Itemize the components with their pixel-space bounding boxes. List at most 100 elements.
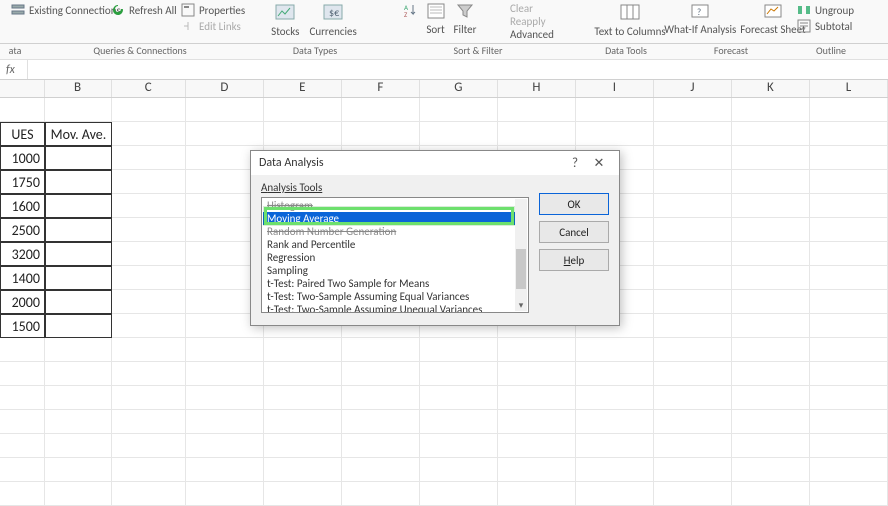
cell[interactable] — [264, 98, 342, 122]
cell[interactable] — [810, 122, 888, 146]
cell[interactable] — [810, 410, 888, 434]
cell[interactable] — [576, 410, 654, 434]
text-to-columns-button[interactable]: Text to Columns — [594, 2, 665, 38]
cell[interactable] — [654, 98, 732, 122]
cell[interactable] — [112, 146, 186, 170]
cell[interactable] — [576, 338, 654, 362]
cell[interactable] — [654, 362, 732, 386]
cell[interactable] — [498, 434, 576, 458]
dialog-help-button[interactable]: ? — [563, 156, 587, 171]
currencies-button[interactable]: $€ Currencies — [309, 2, 356, 38]
column-header[interactable]: E — [264, 80, 342, 97]
list-item[interactable]: Moving Average — [263, 212, 527, 225]
cell[interactable] — [810, 338, 888, 362]
cell[interactable] — [45, 482, 112, 506]
cell[interactable] — [732, 266, 810, 290]
cell[interactable] — [186, 434, 264, 458]
cell[interactable] — [186, 98, 264, 122]
cell[interactable] — [654, 146, 732, 170]
cell[interactable] — [498, 98, 576, 122]
cell[interactable] — [342, 434, 420, 458]
cell[interactable] — [45, 362, 112, 386]
cell[interactable] — [576, 98, 654, 122]
cell[interactable] — [342, 458, 420, 482]
cell[interactable] — [0, 386, 45, 410]
cell[interactable]: 1000 — [0, 146, 45, 170]
cell[interactable] — [810, 386, 888, 410]
cell[interactable] — [342, 98, 420, 122]
clear-button[interactable]: Clear — [510, 2, 533, 15]
cell[interactable] — [264, 386, 342, 410]
cell[interactable] — [112, 242, 186, 266]
cell[interactable] — [342, 482, 420, 506]
ok-button[interactable]: OK — [539, 193, 609, 215]
cell[interactable] — [264, 338, 342, 362]
cell[interactable] — [0, 362, 45, 386]
cell[interactable] — [342, 338, 420, 362]
cell[interactable] — [576, 122, 654, 146]
cell[interactable] — [420, 362, 498, 386]
cell[interactable] — [654, 290, 732, 314]
whatif-button[interactable]: ? What-If Analysis — [664, 2, 736, 36]
list-item[interactable]: Rank and Percentile — [263, 238, 527, 251]
cell[interactable] — [732, 170, 810, 194]
cell[interactable] — [342, 410, 420, 434]
column-header[interactable]: F — [342, 80, 420, 97]
cell[interactable] — [498, 362, 576, 386]
cell[interactable] — [810, 170, 888, 194]
cell[interactable] — [654, 266, 732, 290]
cell[interactable] — [45, 314, 112, 338]
edit-links-button[interactable]: Edit Links — [180, 18, 241, 34]
cell[interactable] — [186, 386, 264, 410]
properties-button[interactable]: Properties — [180, 2, 245, 18]
list-item[interactable]: t-Test: Paired Two Sample for Means — [263, 277, 527, 290]
cell[interactable] — [342, 122, 420, 146]
cell[interactable] — [264, 458, 342, 482]
sort-az-button[interactable]: AZ — [402, 2, 418, 21]
formula-input[interactable] — [28, 60, 888, 79]
cell[interactable] — [186, 458, 264, 482]
cell[interactable] — [654, 122, 732, 146]
cell[interactable] — [45, 146, 112, 170]
subtotal-button[interactable]: Subtotal — [796, 18, 852, 34]
cell[interactable] — [576, 434, 654, 458]
cell[interactable] — [112, 434, 186, 458]
cell[interactable] — [45, 170, 112, 194]
column-header[interactable]: H — [498, 80, 576, 97]
cell[interactable] — [112, 362, 186, 386]
column-header[interactable]: L — [810, 80, 888, 97]
list-item[interactable]: Sampling — [263, 264, 527, 277]
cell[interactable] — [654, 338, 732, 362]
cell[interactable] — [186, 410, 264, 434]
cell[interactable] — [45, 434, 112, 458]
cell[interactable] — [654, 218, 732, 242]
cell[interactable] — [45, 194, 112, 218]
cell[interactable] — [264, 362, 342, 386]
ungroup-button[interactable]: Ungroup — [796, 2, 854, 18]
filter-button[interactable]: Filter — [454, 2, 477, 36]
cell[interactable] — [810, 458, 888, 482]
cell[interactable] — [576, 362, 654, 386]
list-item[interactable]: Regression — [263, 251, 527, 264]
cell[interactable] — [45, 290, 112, 314]
cell[interactable] — [264, 410, 342, 434]
sort-button[interactable]: Sort — [426, 2, 446, 36]
cell[interactable] — [654, 410, 732, 434]
cell[interactable] — [732, 338, 810, 362]
column-header[interactable]: D — [186, 80, 264, 97]
cell[interactable] — [264, 434, 342, 458]
cell[interactable] — [186, 122, 264, 146]
cell[interactable] — [576, 482, 654, 506]
cell[interactable] — [420, 338, 498, 362]
cell[interactable] — [112, 386, 186, 410]
cell[interactable] — [0, 434, 45, 458]
cell[interactable] — [264, 482, 342, 506]
cell[interactable] — [112, 458, 186, 482]
cell[interactable] — [420, 386, 498, 410]
cell[interactable] — [264, 122, 342, 146]
cell[interactable] — [732, 146, 810, 170]
column-header[interactable]: G — [420, 80, 498, 97]
cell[interactable] — [576, 386, 654, 410]
cell[interactable] — [420, 98, 498, 122]
cell[interactable] — [112, 290, 186, 314]
